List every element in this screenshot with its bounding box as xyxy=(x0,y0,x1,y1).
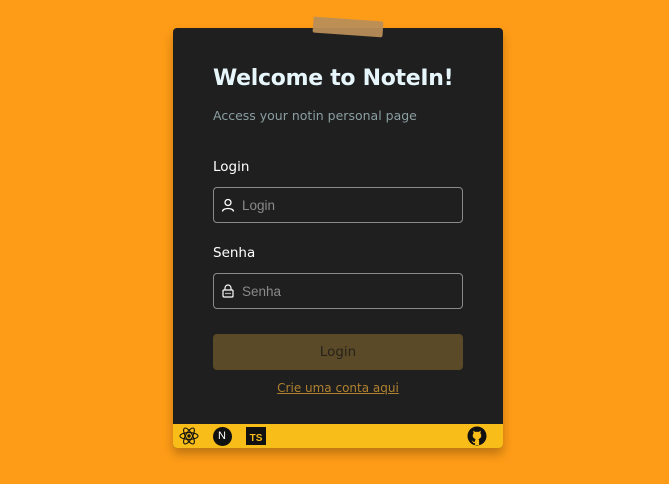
lock-icon xyxy=(221,284,235,298)
page-title: Welcome to NoteIn! xyxy=(213,66,454,91)
nextjs-letter: N xyxy=(212,426,232,446)
github-icon[interactable] xyxy=(467,426,487,446)
user-icon xyxy=(221,198,235,212)
login-label: Login xyxy=(213,159,250,175)
login-field[interactable] xyxy=(213,187,463,223)
react-icon xyxy=(179,426,199,446)
password-field[interactable] xyxy=(213,273,463,309)
typescript-label: TS xyxy=(246,427,266,445)
typescript-icon: TS xyxy=(246,426,266,446)
signup-link[interactable]: Crie uma conta aqui xyxy=(173,381,503,395)
login-input[interactable] xyxy=(242,197,442,213)
tech-footer: N TS xyxy=(173,424,503,448)
password-label: Senha xyxy=(213,245,256,261)
nextjs-icon: N xyxy=(212,426,232,446)
login-button[interactable]: Login xyxy=(213,334,463,370)
subtitle: Access your notin personal page xyxy=(213,108,417,123)
password-input[interactable] xyxy=(242,283,442,299)
login-card: Welcome to NoteIn! Access your notin per… xyxy=(173,28,503,448)
